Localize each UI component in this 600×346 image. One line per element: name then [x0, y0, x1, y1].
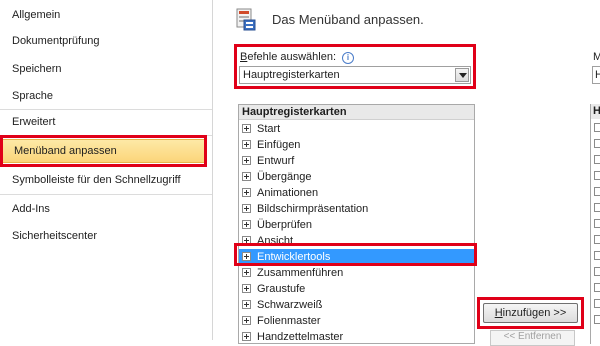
tree-item-label: Übergänge: [257, 171, 312, 183]
expand-icon[interactable]: [242, 156, 251, 165]
expand-icon[interactable]: [594, 187, 600, 196]
tree-item-label: Zusammenführen: [257, 267, 344, 279]
nav-item-label: Speichern: [12, 63, 62, 75]
tree-item-ansicht[interactable]: Ansicht: [239, 233, 474, 249]
tree-item-label: Animationen: [257, 187, 319, 199]
tree-item-label: Start: [257, 123, 281, 135]
nav-item-label: Symbolleiste für den Schnellzugriff: [12, 174, 181, 186]
info-icon[interactable]: i: [342, 52, 354, 64]
nav-item-label: Sicherheitscenter: [12, 230, 97, 242]
commands-tree[interactable]: Hauptregisterkarten Start Einfügen Entwu…: [238, 104, 475, 344]
expand-icon[interactable]: [242, 204, 251, 213]
nav-item-label: Sprache: [12, 90, 53, 102]
expand-icon[interactable]: [594, 155, 600, 164]
options-nav-pane: Allgemein Dokumentprüfung Speichern Spra…: [0, 0, 213, 340]
expand-icon[interactable]: [594, 267, 600, 276]
expand-icon[interactable]: [242, 140, 251, 149]
tree-item-label: Ansicht: [257, 235, 294, 247]
expand-icon[interactable]: [242, 316, 251, 325]
tree-item-ueberpruefen[interactable]: Überprüfen: [239, 217, 474, 233]
nav-item-allgemein[interactable]: Allgemein: [0, 2, 212, 28]
nav-item-dokumentpruefung[interactable]: Dokumentprüfung: [0, 28, 212, 54]
nav-item-add-ins[interactable]: Add-Ins: [0, 196, 212, 222]
nav-item-speichern[interactable]: Speichern: [0, 56, 212, 82]
nav-item-erweitert[interactable]: Erweitert: [0, 109, 212, 135]
tree-item-folienmaster[interactable]: Folienmaster: [239, 313, 474, 329]
customize-ribbon-icon: [236, 8, 256, 31]
add-button-accesskey: H: [494, 307, 503, 319]
expand-icon[interactable]: [242, 300, 251, 309]
expand-icon[interactable]: [242, 220, 251, 229]
tree-item-label: Entwicklertools: [257, 251, 331, 263]
add-button-label: inzufügen >>: [502, 307, 567, 319]
nav-item-label: Add-Ins: [12, 203, 50, 215]
commands-select[interactable]: Hauptregisterkarten: [239, 66, 471, 84]
nav-item-sicherheitscenter[interactable]: Sicherheitscenter: [0, 223, 212, 249]
nav-item-schnellzugriff[interactable]: Symbolleiste für den Schnellzugriff: [0, 167, 212, 193]
expand-icon[interactable]: [242, 268, 251, 277]
tree-item-handzettelmaster[interactable]: Handzettelmaster: [239, 329, 474, 343]
nav-item-menueband-anpassen[interactable]: Menüband anpassen: [1, 139, 207, 163]
tree-item-bildschirmpraesentation[interactable]: Bildschirmpräsentation: [239, 201, 474, 217]
expand-icon[interactable]: [594, 203, 600, 212]
nav-divider: [0, 194, 212, 195]
expand-icon[interactable]: [594, 315, 600, 324]
nav-item-label: Erweitert: [12, 116, 56, 128]
tree-item-entwicklertools[interactable]: Entwicklertools: [239, 249, 474, 265]
customize-label: M: [593, 51, 600, 63]
tree-item-entwurf[interactable]: Entwurf: [239, 153, 474, 169]
expand-icon[interactable]: [594, 235, 600, 244]
tree-item-label: Graustufe: [257, 283, 306, 295]
expand-icon[interactable]: [242, 188, 251, 197]
page-title: Das Menüband anpassen.: [272, 12, 424, 27]
expand-icon[interactable]: [242, 172, 251, 181]
customize-select[interactable]: Ha: [592, 66, 600, 84]
expand-icon[interactable]: [242, 236, 251, 245]
expand-icon[interactable]: [594, 123, 600, 132]
tree-item-label: Handzettelmaster: [257, 331, 344, 343]
expand-icon[interactable]: [242, 124, 251, 133]
tree-item-zusammenfuehren[interactable]: Zusammenführen: [239, 265, 474, 281]
expand-icon[interactable]: [594, 171, 600, 180]
chevron-down-icon[interactable]: [455, 68, 469, 82]
tree-item-graustufe[interactable]: Graustufe: [239, 281, 474, 297]
nav-item-label: Allgemein: [12, 9, 61, 21]
tree-item-animationen[interactable]: Animationen: [239, 185, 474, 201]
commands-select-value: Hauptregisterkarten: [243, 69, 340, 81]
expand-icon[interactable]: [594, 283, 600, 292]
expand-icon[interactable]: [242, 252, 251, 261]
tree-item-label: Einfügen: [257, 139, 301, 151]
tree-item-uebergaenge[interactable]: Übergänge: [239, 169, 474, 185]
nav-item-label: Menüband anpassen: [14, 145, 117, 157]
add-button[interactable]: Hinzufügen >>: [483, 303, 578, 323]
tree-item-label: Folienmaster: [257, 315, 321, 327]
expand-icon[interactable]: [242, 284, 251, 293]
tree-item-schwarzweiss[interactable]: Schwarzweiß: [239, 297, 474, 313]
tree-header: Hauptregisterkarten: [239, 105, 474, 120]
ribbon-tree[interactable]: Ha: [590, 104, 600, 344]
expand-icon[interactable]: [594, 139, 600, 148]
remove-button[interactable]: << Entfernen: [490, 330, 575, 346]
tree-item-label: Bildschirmpräsentation: [257, 203, 369, 215]
nav-item-sprache[interactable]: Sprache: [0, 83, 212, 109]
expand-icon[interactable]: [594, 299, 600, 308]
nav-item-label: Dokumentprüfung: [12, 35, 100, 47]
nav-divider: [0, 135, 212, 136]
tree-item-einfuegen[interactable]: Einfügen: [239, 137, 474, 153]
tree-item-label: Entwurf: [257, 155, 295, 167]
commands-label-text: efehle auswählen:: [247, 51, 337, 63]
tree-item-label: Überprüfen: [257, 219, 313, 231]
tree-item-label: Schwarzweiß: [257, 299, 323, 311]
expand-icon[interactable]: [594, 251, 600, 260]
ribbon-tree-header: Ha: [591, 104, 600, 119]
tree-item-start[interactable]: Start: [239, 121, 474, 137]
expand-icon[interactable]: [594, 219, 600, 228]
commands-label: Befehle auswählen:: [240, 51, 336, 63]
